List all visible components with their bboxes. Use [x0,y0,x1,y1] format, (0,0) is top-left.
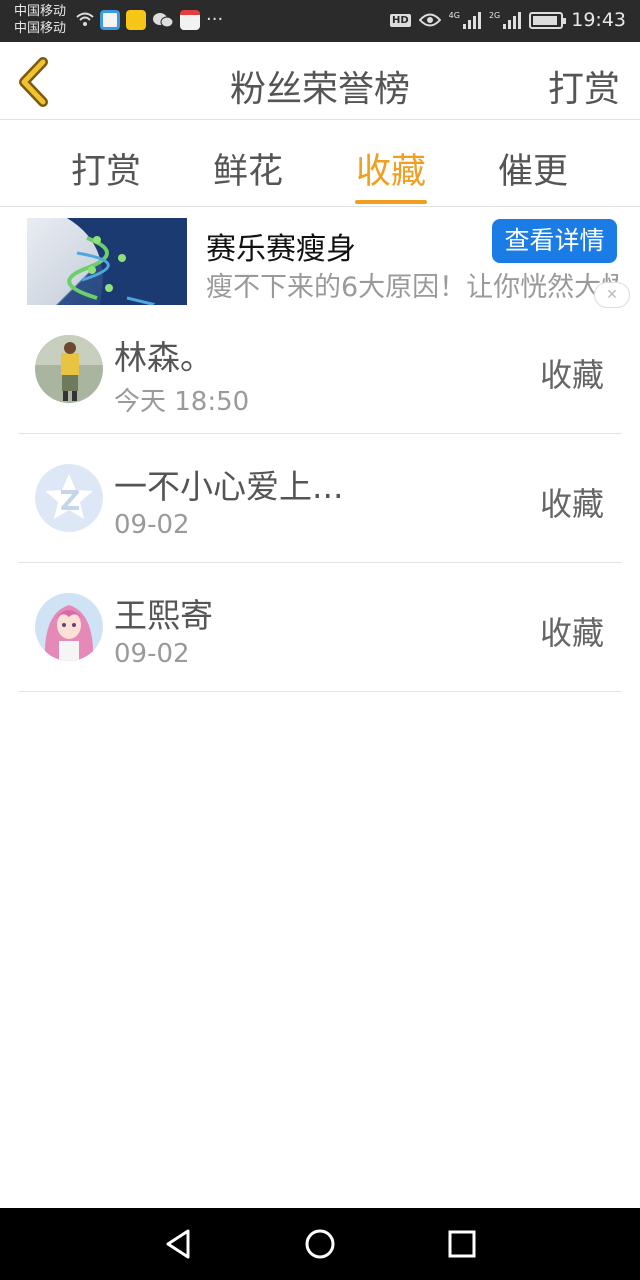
nav-back-button[interactable] [158,1224,198,1264]
signal-2-icon: 2G [488,11,522,29]
battery-icon [529,11,567,29]
fan-time: 09-02 [114,639,190,669]
avatar[interactable] [35,593,103,661]
chat-app-icon [126,10,146,30]
fan-list: 林森。 今天 18:50 收藏 一不小心爱上... 09-02 收藏 王熙寄 0… [18,305,622,692]
network-2-label: 2G [488,11,501,20]
calendar-icon [180,10,200,30]
list-item[interactable]: 王熙寄 09-02 收藏 [18,563,622,692]
nav-recents-button[interactable] [442,1224,482,1264]
more-notifications-icon: ··· [206,9,224,30]
tab-flowers[interactable]: 鲜花 [177,143,319,203]
carrier-labels: 中国移动 中国移动 [14,3,66,37]
app-header: 粉丝荣誉榜 打赏 [0,42,640,120]
avatar[interactable] [35,464,103,532]
fan-time: 今天 18:50 [114,387,250,417]
list-item[interactable]: 一不小心爱上... 09-02 收藏 [18,434,622,563]
tab-reward[interactable]: 打赏 [35,143,177,203]
tab-urge-update[interactable]: 催更 [462,143,604,203]
anime-avatar-image [35,593,103,661]
fan-name: 王熙寄 [114,596,213,635]
qq-default-avatar-icon [35,464,103,532]
page-title: 粉丝荣誉榜 [229,69,410,110]
ad-close-button[interactable]: ✕ [594,282,630,308]
tab-bar: 打赏 鲜花 收藏 催更 [0,121,640,207]
fan-action: 收藏 [539,485,604,523]
clock: 19:43 [571,9,626,31]
nav-home-button[interactable] [300,1224,340,1264]
ad-body-illustration [67,218,187,314]
home-circle-icon [305,1229,335,1259]
browser-icon [100,10,120,30]
carrier-1: 中国移动 [14,4,67,19]
fan-action: 收藏 [539,614,604,652]
fan-name: 一不小心爱上... [114,467,344,506]
ad-title[interactable]: 赛乐赛瘦身 [206,224,356,268]
eye-comfort-icon [418,13,441,27]
fan-name: 林森。 [114,338,213,377]
status-bar: 中国移动 中国移动 ··· HD 4G 2G 19:43 [0,0,640,42]
ad-image[interactable] [27,218,187,314]
back-triangle-icon [166,1229,190,1259]
wifi-icon [76,12,94,26]
reward-button[interactable]: 打赏 [548,60,620,112]
fan-time: 09-02 [114,510,190,540]
fan-action: 收藏 [539,356,604,394]
recents-square-icon [448,1230,476,1258]
list-item[interactable]: 林森。 今天 18:50 收藏 [18,305,622,434]
system-indicators: HD 4G 2G 19:43 [389,9,626,31]
ad-banner[interactable]: 赛乐赛瘦身 查看详情 瘦不下来的6大原因！让你恍然大悟，减肥刚瘦掉一100天 [0,208,640,314]
system-nav-bar [0,1208,640,1280]
carrier-2: 中国移动 [14,21,67,36]
notification-icons: ··· [76,10,223,30]
ad-details-button[interactable]: 查看详情 [492,219,617,263]
tab-favorites[interactable]: 收藏 [320,143,462,204]
network-1-label: 4G [448,11,460,20]
avatar[interactable] [35,335,103,403]
signal-1-icon: 4G [449,11,481,29]
photo-avatar-image [35,335,103,403]
hd-badge: HD [389,13,411,27]
wechat-icon [153,13,174,28]
close-icon: ✕ [606,287,618,303]
